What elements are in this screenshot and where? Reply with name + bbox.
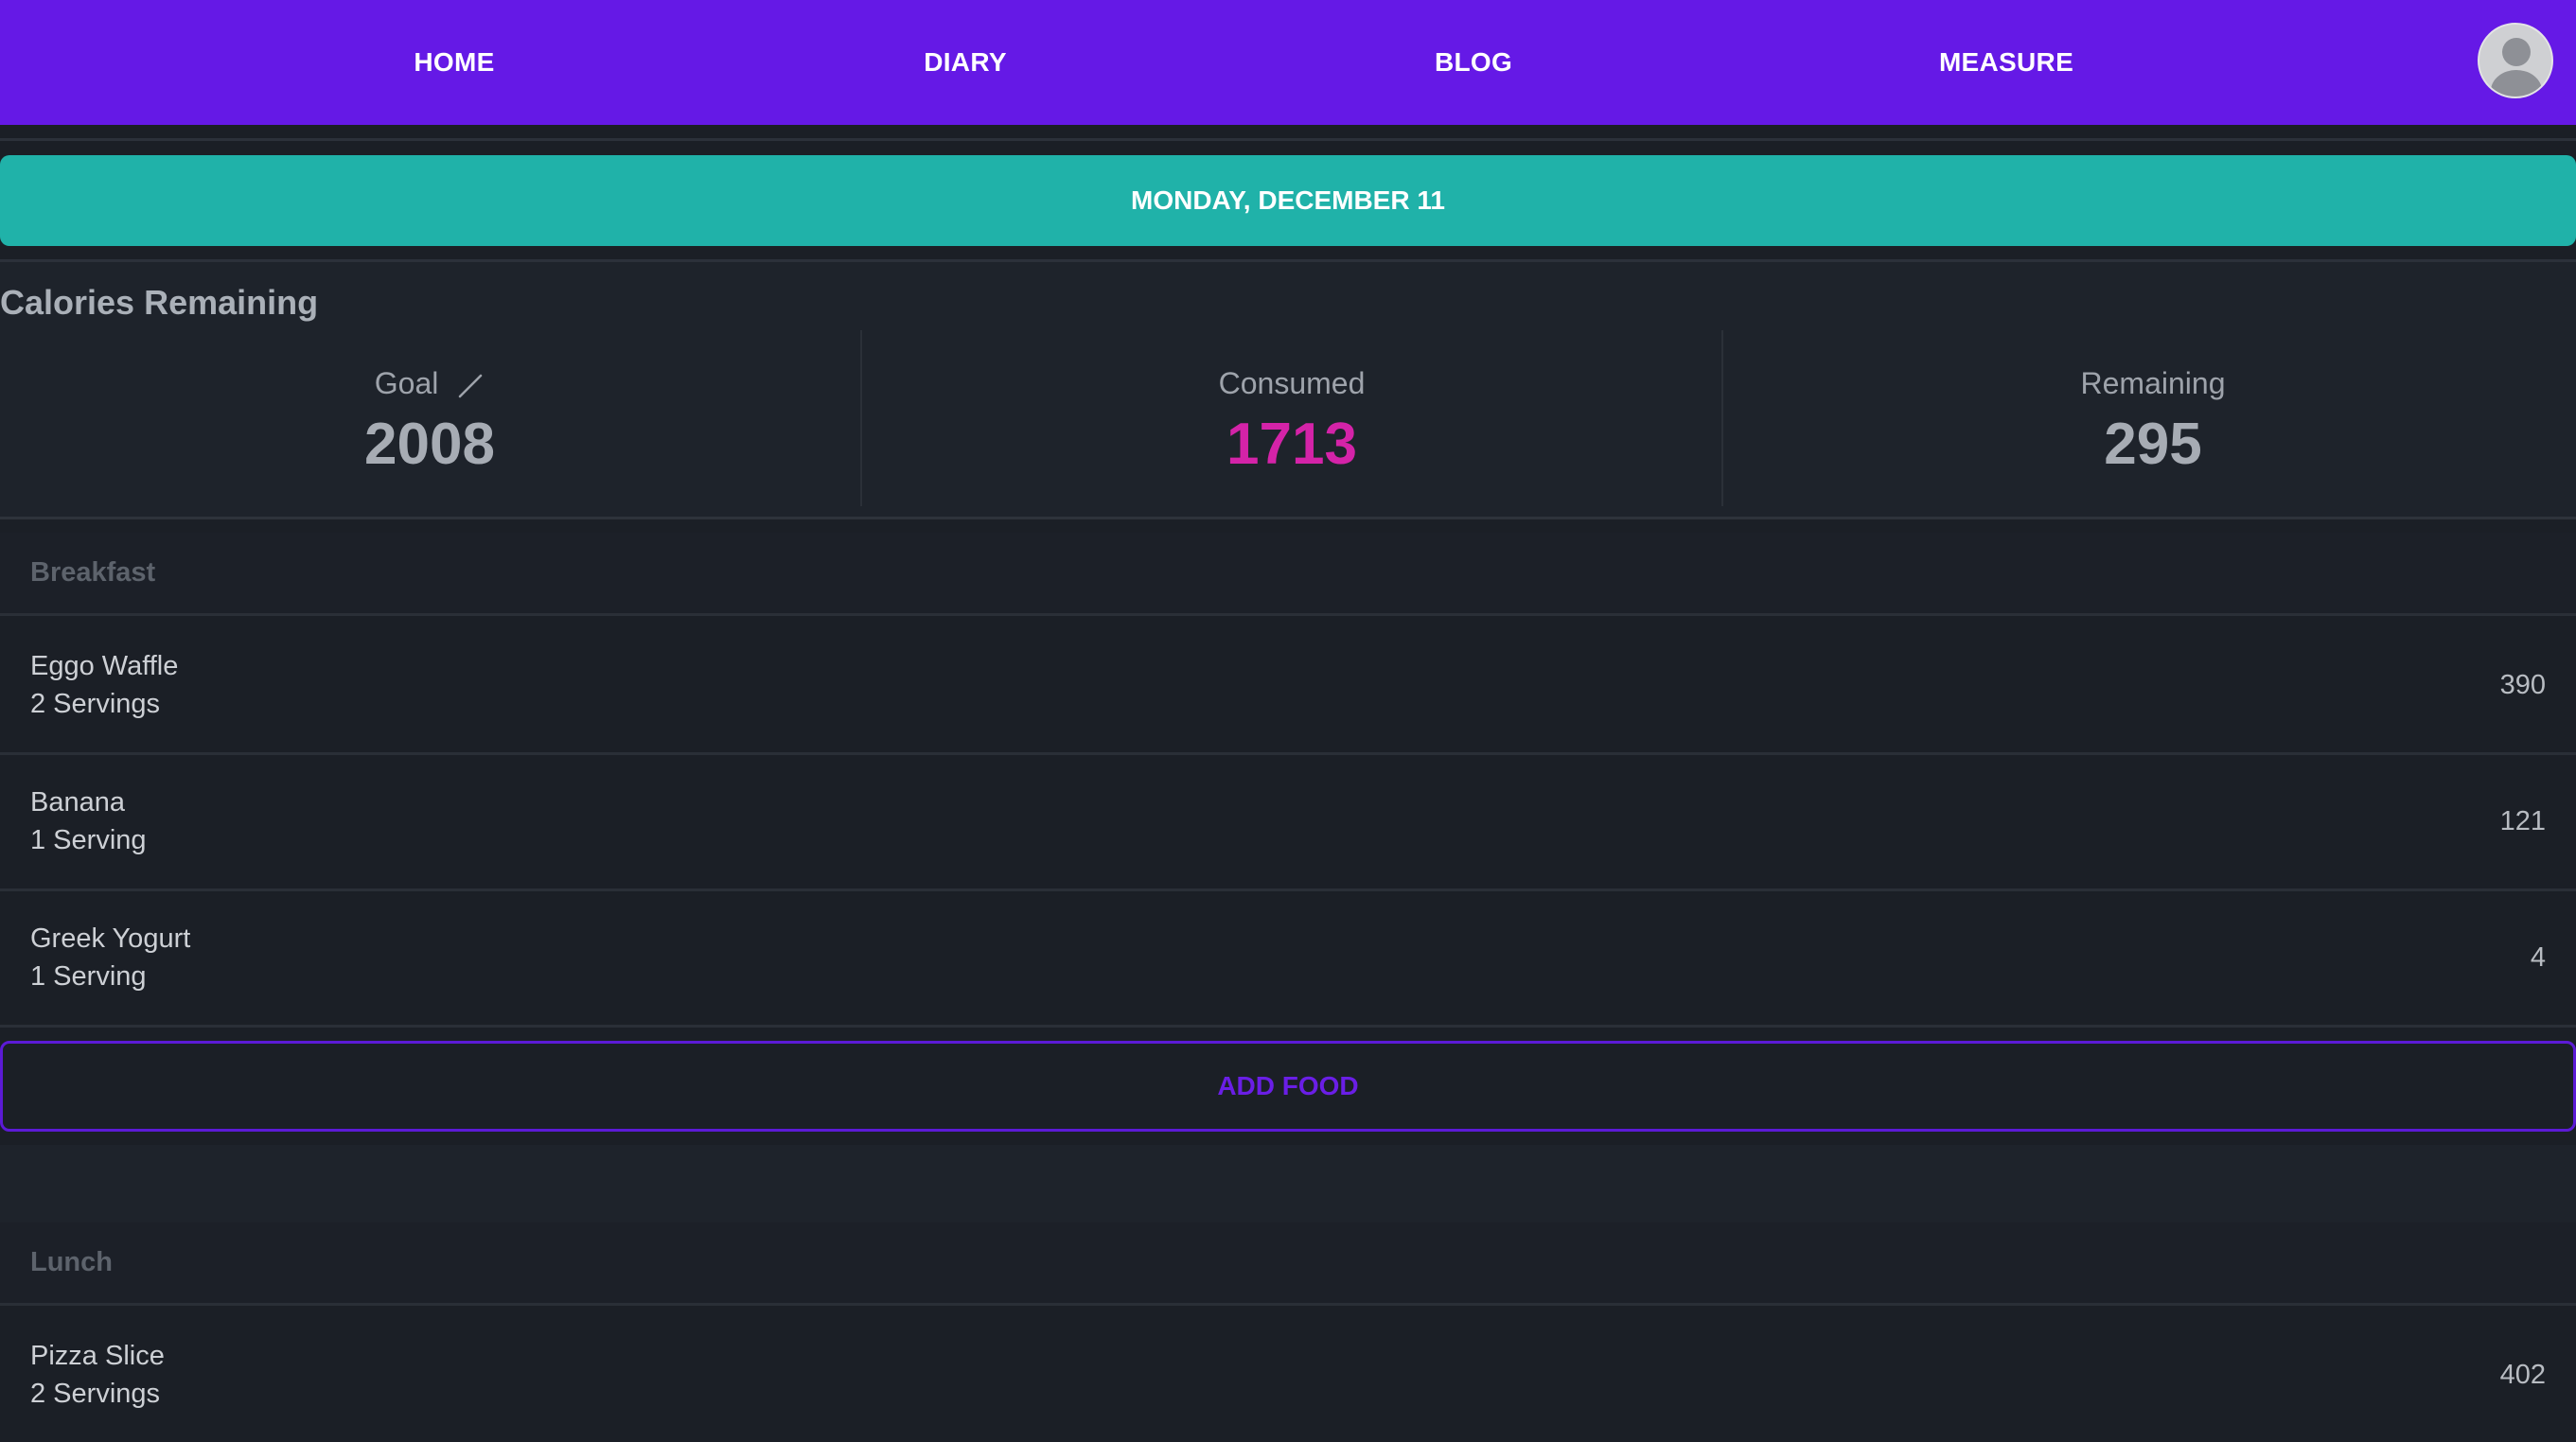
nav-home[interactable]: HOME — [414, 0, 494, 125]
calories-summary: Calories Remaining Goal 2008 Consumed 17… — [0, 262, 2576, 518]
divider — [0, 517, 2576, 519]
consumed-label: Consumed — [1218, 366, 1366, 400]
food-name: Eggo Waffle — [30, 651, 179, 681]
remaining-value: 295 — [2104, 412, 2202, 477]
consumed-value: 1713 — [1226, 412, 1357, 477]
food-name: Pizza Slice — [30, 1341, 165, 1371]
consumed-stat: Consumed 1713 — [862, 330, 1721, 510]
meal-title: Breakfast — [30, 557, 156, 588]
meal-title: Lunch — [30, 1247, 113, 1277]
food-calories: 121 — [2499, 806, 2546, 836]
meal-header-lunch: Lunch — [0, 1222, 2576, 1306]
top-navbar: HOME DIARY BLOG MEASURE — [0, 0, 2576, 125]
food-row[interactable]: Eggo Waffle 2 Servings 390 — [0, 619, 2576, 755]
nav-blog[interactable]: BLOG — [1435, 0, 1512, 125]
food-serving: 1 Serving — [30, 825, 147, 855]
remaining-label: Remaining — [2080, 366, 2226, 400]
meal-header-breakfast: Breakfast — [0, 533, 2576, 616]
avatar-body — [2491, 70, 2542, 97]
goal-stat: Goal 2008 — [0, 330, 859, 510]
goal-label: Goal — [374, 366, 439, 400]
section-spacer — [0, 1145, 2576, 1222]
add-food-button[interactable]: ADD FOOD — [0, 1041, 2576, 1132]
food-name: Banana — [30, 787, 125, 818]
nav-diary[interactable]: DIARY — [924, 0, 1007, 125]
diary-page: HOME DIARY BLOG MEASURE MONDAY, DECEMBER… — [0, 0, 2576, 1442]
remaining-stat: Remaining 295 — [1723, 330, 2576, 510]
user-avatar-icon[interactable] — [2478, 23, 2553, 98]
food-calories: 402 — [2499, 1360, 2546, 1390]
food-row[interactable]: Banana 1 Serving 121 — [0, 755, 2576, 891]
food-row[interactable]: Pizza Slice 2 Servings 402 — [0, 1309, 2576, 1442]
food-serving: 2 Servings — [30, 1379, 161, 1409]
food-row[interactable]: Greek Yogurt 1 Serving 4 — [0, 891, 2576, 1028]
food-name: Greek Yogurt — [30, 923, 191, 954]
nav-measure[interactable]: MEASURE — [1939, 0, 2073, 125]
summary-title: Calories Remaining — [0, 283, 319, 322]
food-calories: 4 — [2530, 942, 2546, 973]
food-serving: 2 Servings — [30, 689, 161, 719]
divider — [0, 138, 2576, 141]
food-serving: 1 Serving — [30, 961, 147, 992]
avatar-head — [2502, 38, 2531, 66]
pencil-icon[interactable] — [456, 372, 485, 400]
goal-value: 2008 — [364, 412, 495, 477]
date-selector-button[interactable]: MONDAY, DECEMBER 11 — [0, 155, 2576, 246]
food-calories: 390 — [2499, 670, 2546, 700]
